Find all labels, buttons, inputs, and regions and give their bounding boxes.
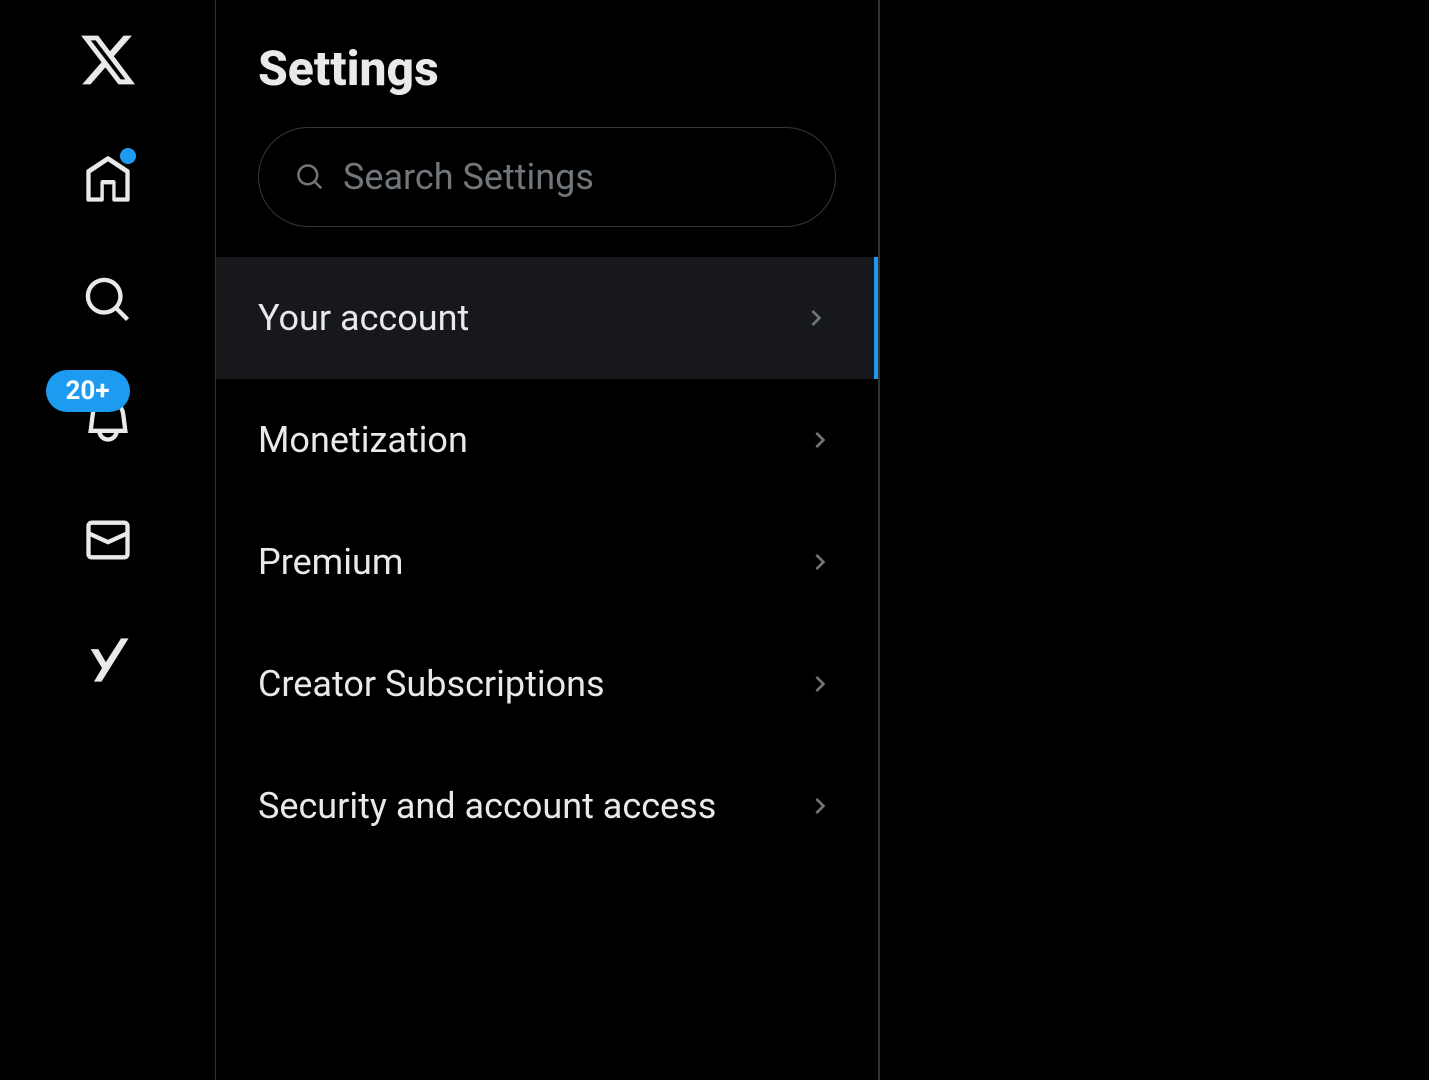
settings-list: Your account Monetization Premium Creato…	[216, 257, 878, 867]
search-icon	[82, 274, 134, 326]
grok-icon	[82, 634, 134, 686]
x-logo[interactable]	[78, 30, 138, 90]
settings-item-your-account[interactable]: Your account	[216, 257, 878, 379]
settings-item-label: Monetization	[258, 419, 468, 461]
notification-count-badge: 20+	[46, 370, 130, 412]
chevron-right-icon	[804, 546, 836, 578]
settings-item-monetization[interactable]: Monetization	[216, 379, 878, 501]
nav-sidebar: 20+	[0, 0, 216, 1080]
settings-item-label: Your account	[258, 297, 469, 339]
settings-item-creator-subscriptions[interactable]: Creator Subscriptions	[216, 623, 878, 745]
settings-item-security-access[interactable]: Security and account access	[216, 745, 878, 867]
chevron-right-icon	[804, 424, 836, 456]
settings-item-premium[interactable]: Premium	[216, 501, 878, 623]
search-wrapper[interactable]	[258, 127, 836, 227]
home-notification-dot	[120, 148, 136, 164]
nav-home[interactable]	[78, 150, 138, 210]
settings-panel: Settings Your account Monetization Premi…	[216, 0, 879, 1080]
search-input-icon	[295, 162, 325, 192]
nav-grok[interactable]	[78, 630, 138, 690]
detail-panel	[879, 0, 1429, 1080]
settings-item-label: Creator Subscriptions	[258, 663, 605, 705]
nav-messages[interactable]	[78, 510, 138, 570]
search-container	[216, 127, 878, 257]
settings-item-label: Security and account access	[258, 785, 716, 827]
nav-explore[interactable]	[78, 270, 138, 330]
x-logo-icon	[78, 29, 138, 91]
settings-item-label: Premium	[258, 541, 403, 583]
page-title: Settings	[216, 0, 878, 127]
nav-notifications[interactable]: 20+	[78, 390, 138, 450]
search-input[interactable]	[343, 156, 799, 198]
chevron-right-icon	[804, 668, 836, 700]
chevron-right-icon	[800, 302, 832, 334]
envelope-icon	[82, 514, 134, 566]
chevron-right-icon	[804, 790, 836, 822]
